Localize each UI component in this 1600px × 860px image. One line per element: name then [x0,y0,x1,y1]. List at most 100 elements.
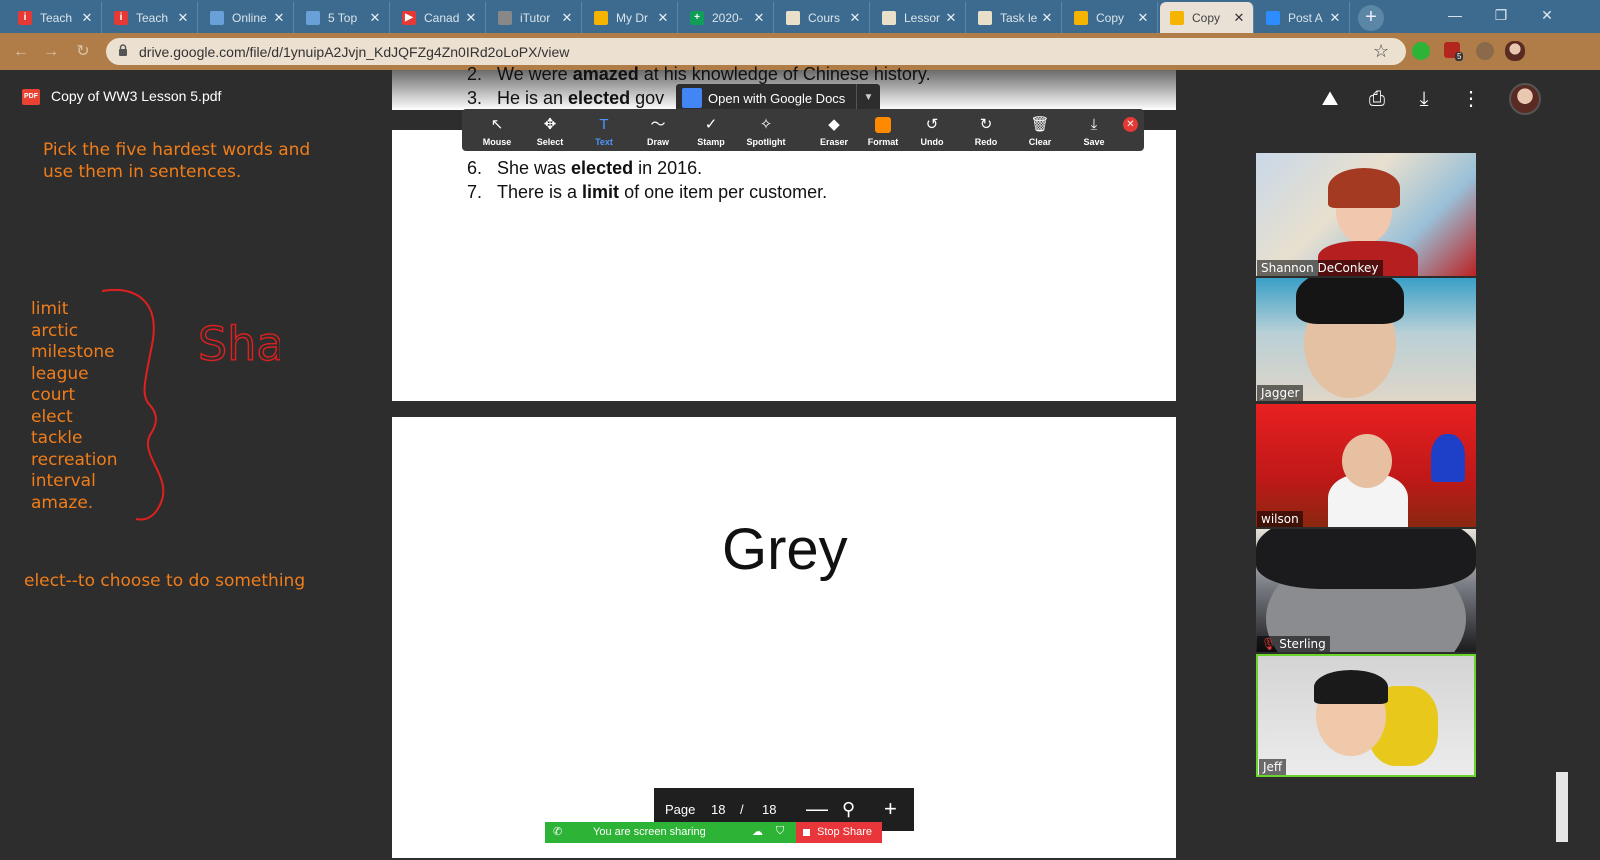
participant-name: Shannon DeConkey [1257,260,1383,276]
tab-title: Copy [1192,10,1221,25]
tab[interactable]: My Dr ✕ [584,2,678,33]
tab-title: Teach [136,10,169,25]
minimize-button[interactable]: — [1432,0,1478,30]
tab[interactable]: 5 Top ✕ [296,2,390,33]
tab[interactable]: ▶ Canad ✕ [392,2,486,33]
cloud-icon: ☁ [752,826,763,838]
tab[interactable]: i Teach ✕ [8,2,102,33]
close-tab-icon[interactable]: ✕ [367,10,383,26]
tab-favicon-icon [498,10,512,25]
tab[interactable]: +2020- ✕ [680,2,774,33]
participant-name: 🎙 Sterling [1257,636,1330,652]
close-tab-icon[interactable]: ✕ [1231,10,1247,26]
annotate-format-button[interactable]: Format [856,109,910,151]
tab-title: Online [232,10,267,25]
tab[interactable]: Lessor ✕ [872,2,966,33]
annotate-draw-button[interactable]: 〜 Draw [631,109,685,151]
tab[interactable]: Online ✕ [200,2,294,33]
zoom-in-icon[interactable]: + [884,796,897,822]
download-icon[interactable]: ⤓ [1411,86,1437,112]
video-tile[interactable]: Jagger [1256,278,1476,401]
tab[interactable]: iTutor ✕ [488,2,582,33]
tab-favicon-icon [786,10,800,25]
list-line: 2. We were amazed at his knowledge of Chi… [467,64,931,84]
tab-favicon-icon: i [114,10,128,25]
forward-icon[interactable]: → [40,41,62,63]
close-tab-icon[interactable]: ✕ [1327,10,1343,26]
close-tab-icon[interactable]: ✕ [943,10,959,26]
close-annotation-icon[interactable]: ✕ [1123,117,1138,132]
close-tab-icon[interactable]: ✕ [655,10,671,26]
total-pages: 18 [762,802,777,817]
chevron-down-icon[interactable]: ▼ [856,84,880,112]
close-tab-icon[interactable]: ✕ [559,10,575,26]
annotate-select-button[interactable]: ✥ Select [523,109,577,151]
tab-title: Teach [40,10,73,25]
tab-title: Copy [1096,10,1125,25]
annotate-save-button[interactable]: ⤓ Save [1067,109,1121,151]
participant-hair [1296,278,1404,324]
close-tab-icon[interactable]: ✕ [1135,10,1151,26]
new-tab-button[interactable]: + [1358,5,1384,31]
close-tab-icon[interactable]: ✕ [175,10,191,26]
shield-icon: ⛉ [776,825,785,837]
back-icon[interactable]: ← [10,41,32,63]
svg-text:Sha: Sha [198,318,280,364]
zoom-out-icon[interactable]: — [806,796,828,822]
zoom-icon[interactable]: ⚲ [842,796,855,822]
tab[interactable]: Copy ✕ [1160,2,1254,33]
select-icon: ✥ [543,116,557,133]
phone-icon: ✆ [553,826,563,838]
tab[interactable]: i Teach ✕ [104,2,198,33]
video-tile[interactable]: Shannon DeConkey [1256,153,1476,276]
add-to-drive-icon[interactable]: ⛰ [1317,86,1343,112]
video-tile[interactable]: Jeff [1256,654,1476,777]
tool-label: Format [867,137,899,147]
tab[interactable]: Post A ✕ [1256,2,1350,33]
tab[interactable]: Copy ✕ [1064,2,1158,33]
reload-icon[interactable]: ↻ [72,41,94,63]
tool-label: Undo [920,137,944,147]
close-tab-icon[interactable]: ✕ [1039,10,1055,26]
video-tile[interactable]: 🎙 Sterling [1256,529,1476,652]
close-tab-icon[interactable]: ✕ [463,10,479,26]
format-color-swatch [875,117,891,133]
account-avatar[interactable] [1509,83,1541,115]
scrollbar[interactable] [1556,772,1568,842]
close-tab-icon[interactable]: ✕ [271,10,287,26]
annotate-spotlight-button[interactable]: ✧ Spotlight [739,109,793,151]
restore-button[interactable]: ❐ [1478,0,1524,30]
annotate-eraser-button[interactable]: ◆ Eraser [807,109,861,151]
video-tile[interactable]: wilson [1256,404,1476,527]
profile-avatar[interactable] [1505,41,1525,61]
document-title: Copy of WW3 Lesson 5.pdf [51,88,222,104]
undo-icon: ↺ [925,116,939,133]
tab-title: 5 Top [328,10,358,25]
current-page[interactable]: 18 [711,802,725,817]
tab-favicon-icon [306,10,320,25]
annotate-text-button[interactable]: T Text [577,109,631,151]
tab-favicon-icon [978,10,992,25]
close-tab-icon[interactable]: ✕ [79,10,95,26]
open-with-button[interactable]: Open with Google Docs ▼ [676,84,880,112]
puzzle-icon[interactable] [1476,42,1494,60]
annotate-undo-button[interactable]: ↺ Undo [905,109,959,151]
handwritten-note: Sha [198,318,280,364]
close-tab-icon[interactable]: ✕ [751,10,767,26]
annotate-mouse-button[interactable]: ↖ Mouse [470,109,524,151]
print-icon[interactable]: ⎙ [1364,86,1390,112]
annotate-redo-button[interactable]: ↻ Redo [959,109,1013,151]
close-window-button[interactable]: ✕ [1524,0,1570,30]
bookmark-star-icon[interactable]: ☆ [1373,41,1389,62]
annotate-clear-button[interactable]: 🗑 Clear [1013,109,1067,151]
tab-title: Post A [1288,10,1323,25]
format-icon [856,114,910,136]
page-label: Page [665,802,696,817]
annotate-stamp-button[interactable]: ✓ Stamp [684,109,738,151]
close-tab-icon[interactable]: ✕ [847,10,863,26]
extension-icon[interactable] [1412,42,1430,60]
extension-badge-icon[interactable]: 5 [1444,42,1464,61]
tab[interactable]: Task le ✕ [968,2,1062,33]
tab[interactable]: Cours ✕ [776,2,870,33]
more-options-icon[interactable]: ⋮ [1458,86,1484,112]
